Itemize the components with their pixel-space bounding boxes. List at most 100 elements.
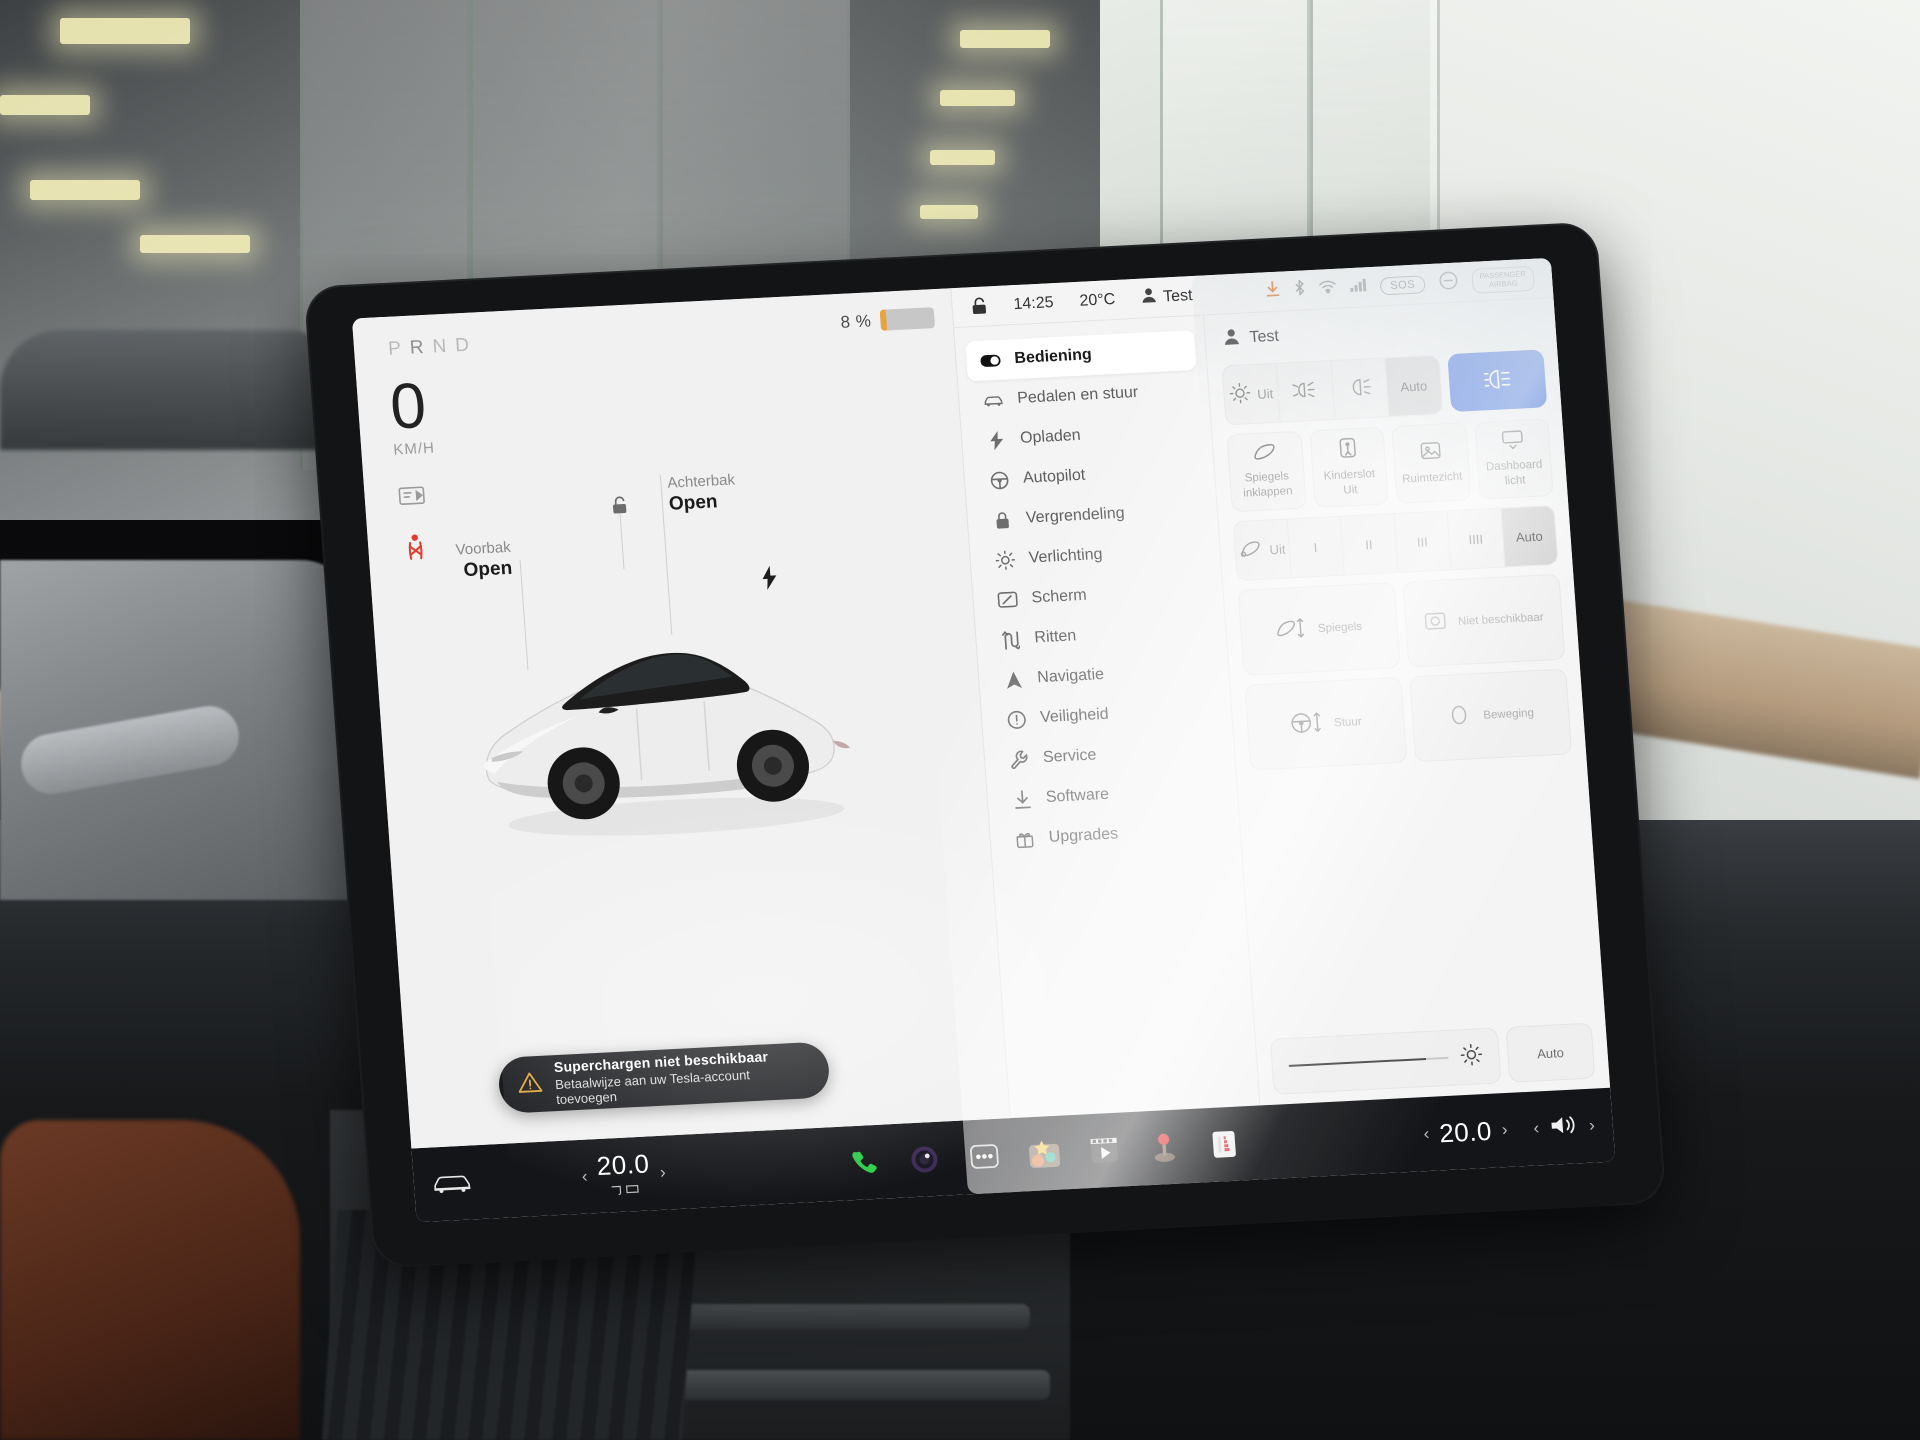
light-mode-auto[interactable]: Auto — [1385, 355, 1443, 417]
light-mode-uit[interactable]: Uit — [1222, 363, 1281, 425]
arcade-joystick-icon[interactable] — [1146, 1130, 1182, 1166]
rear-trunk-label: Achterbak — [666, 471, 736, 492]
download-arrow-icon[interactable] — [1265, 281, 1281, 303]
tile-kinderslot[interactable]: Kinderslot Uit — [1308, 426, 1389, 509]
navigation-arrow-icon — [1003, 670, 1024, 690]
tile-label: Spiegels — [1317, 620, 1363, 635]
menu-label: Upgrades — [1048, 825, 1119, 846]
tile-label: Spiegels inklappen — [1242, 470, 1293, 500]
motion-icon — [1447, 703, 1473, 731]
gift-icon — [1014, 830, 1035, 849]
camera-icon[interactable] — [907, 1142, 943, 1178]
light-mode-lowbeam[interactable] — [1330, 358, 1390, 419]
tile-label: Dashboard licht — [1485, 458, 1543, 488]
theater-icon[interactable] — [1206, 1126, 1242, 1162]
tile-spiegels[interactable]: Spiegels — [1237, 582, 1401, 676]
brightness-slider[interactable] — [1269, 1027, 1502, 1095]
car-front-icon[interactable] — [431, 1171, 473, 1195]
sos-button[interactable]: SOS — [1379, 274, 1426, 295]
chevron-right-icon[interactable]: › — [1588, 1116, 1595, 1136]
status-profile[interactable]: Test — [1140, 285, 1193, 309]
brightness-auto-button[interactable]: Auto — [1505, 1022, 1596, 1083]
ceiling-light — [960, 30, 1050, 48]
front-trunk-state: Open — [462, 557, 513, 582]
phone-icon[interactable] — [847, 1145, 883, 1181]
controls-content: Test Uit Auto Spiegels inklappen Kinders… — [1204, 298, 1610, 1106]
ceiling-light — [140, 235, 250, 253]
chevron-left-icon[interactable]: ‹ — [1533, 1118, 1540, 1138]
toybox-icon[interactable] — [1026, 1136, 1062, 1172]
mirror-adjust-icon — [1275, 616, 1307, 644]
driver-status-panel: PRND 0 KM/H 8 % Achterbak Open Voorbak O… — [351, 288, 1011, 1149]
high-beam-icon — [1481, 367, 1513, 394]
steering-adjust-icon — [1289, 711, 1323, 739]
tesla-touchscreen-bezel: PRND 0 KM/H 8 % Achterbak Open Voorbak O… — [305, 223, 1665, 1267]
leader-line — [619, 513, 625, 570]
ceiling-light — [30, 180, 140, 200]
lights-row: Uit Auto — [1221, 349, 1548, 426]
tile-label: Beweging — [1482, 707, 1535, 722]
menu-label: Verlichting — [1028, 545, 1104, 567]
menu-label: Navigatie — [1036, 665, 1105, 687]
tile-spiegels-inklappen[interactable]: Spiegels inklappen — [1226, 430, 1307, 513]
brightness-icon — [1460, 1043, 1484, 1071]
wiper-4[interactable]: IIII — [1447, 508, 1506, 570]
tiles-row-3: Stuur Beweging — [1244, 668, 1573, 771]
status-time: 14:25 — [1012, 293, 1055, 313]
menu-label: Bediening — [1013, 346, 1093, 368]
tile-stuur[interactable]: Stuur — [1244, 676, 1408, 771]
tile-label: Niet beschikbaar — [1457, 611, 1545, 628]
glovebox-icon — [1419, 441, 1442, 465]
showroom-car — [0, 330, 330, 450]
climate-temp-right: 20.0 — [1438, 1115, 1493, 1148]
dock-left — [431, 1166, 582, 1196]
route-icon — [1000, 630, 1021, 650]
volume-icon[interactable] — [1548, 1112, 1580, 1142]
display-icon — [997, 591, 1018, 608]
wiper-3[interactable]: III — [1394, 511, 1452, 572]
car-visualization: Achterbak Open Voorbak Open — [352, 288, 1010, 1148]
chevron-left-icon[interactable]: ‹ — [1423, 1124, 1430, 1144]
wiper-auto[interactable]: Auto — [1500, 505, 1558, 567]
climate-temp-left: 20.0 — [595, 1147, 651, 1181]
alert-circle-icon — [1006, 709, 1027, 729]
light-mode-fog[interactable] — [1276, 361, 1336, 422]
wiper-label: Uit — [1269, 541, 1286, 557]
settings-panel: 14:25 20°C Test SOS PASSENGER AIRBAG Bed… — [951, 257, 1611, 1119]
profile-row[interactable]: Test — [1219, 310, 1543, 356]
volume-control[interactable]: ‹ › — [1532, 1111, 1596, 1143]
menu-label: Ritten — [1033, 627, 1077, 647]
low-beam-icon — [1346, 376, 1374, 401]
climate-control-right[interactable]: ‹ 20.0 › — [1423, 1115, 1509, 1150]
light-mode-label: Uit — [1256, 385, 1274, 402]
brightness-track[interactable] — [1288, 1056, 1449, 1067]
high-beam-button[interactable] — [1447, 349, 1548, 413]
chevron-left-icon[interactable]: ‹ — [581, 1167, 588, 1187]
menu-label: Scherm — [1031, 586, 1088, 607]
wiper-icon — [1238, 539, 1264, 562]
chevron-right-icon[interactable]: › — [1501, 1120, 1508, 1140]
more-dots-icon[interactable] — [967, 1139, 1003, 1175]
rear-trunk-status: Achterbak Open — [667, 471, 737, 515]
wiper-2[interactable]: II — [1340, 514, 1399, 575]
tile-dashboard-licht[interactable]: Dashboard licht — [1473, 418, 1554, 500]
tiles-row-2: Spiegels Niet beschikbaar — [1237, 573, 1566, 676]
signal-icon[interactable] — [1350, 278, 1367, 297]
tile-ruimtezicht[interactable]: Ruimtezicht — [1391, 422, 1472, 504]
tile-beweging[interactable]: Beweging — [1409, 668, 1573, 763]
ceiling-light — [920, 205, 978, 219]
car-illustration — [484, 652, 850, 836]
person-icon — [1223, 328, 1241, 351]
tile-label: Ruimtezicht — [1401, 470, 1463, 486]
defrost-icon[interactable] — [609, 1181, 640, 1200]
unlock-icon[interactable] — [970, 296, 988, 316]
tesla-touchscreen[interactable]: PRND 0 KM/H 8 % Achterbak Open Voorbak O… — [351, 257, 1616, 1223]
climate-control-left[interactable]: ‹ 20.0 › — [580, 1147, 668, 1202]
wrench-icon — [1008, 749, 1029, 769]
bluetooth-icon[interactable] — [1294, 279, 1306, 301]
video-player-icon[interactable] — [1086, 1133, 1122, 1169]
wiper-1[interactable]: I — [1287, 516, 1345, 578]
wiper-uit[interactable]: Uit — [1233, 519, 1292, 581]
wifi-icon[interactable] — [1319, 279, 1337, 298]
wipers-segment-group: Uit I II III IIII Auto — [1232, 504, 1559, 582]
